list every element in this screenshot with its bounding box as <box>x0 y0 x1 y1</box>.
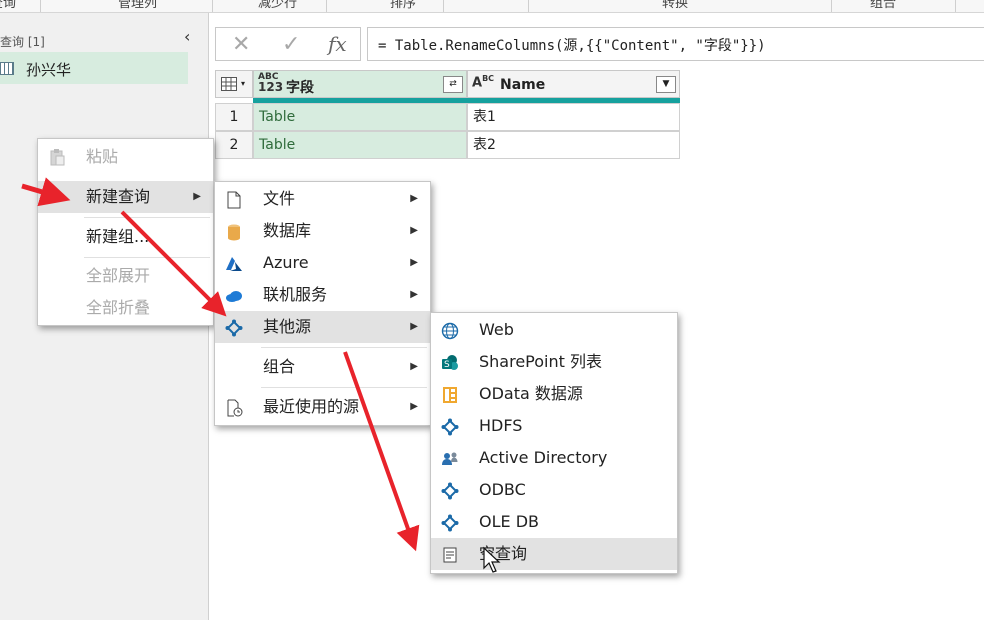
annotation-arrows <box>21 177 501 573</box>
arrow-to-new-query <box>21 177 71 207</box>
arrow-to-other-sources <box>120 210 227 317</box>
mouse-cursor-icon <box>483 546 501 573</box>
arrow-to-blank-query <box>343 351 420 552</box>
